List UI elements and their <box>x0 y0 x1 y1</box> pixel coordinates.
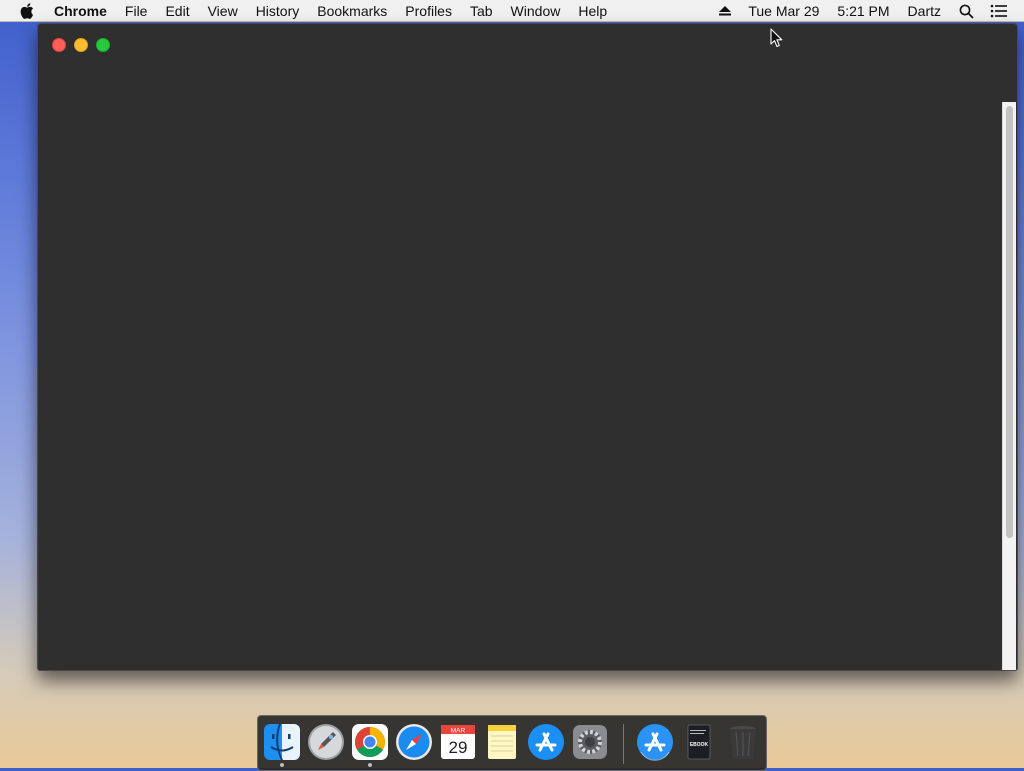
chrome-running-indicator <box>368 763 372 767</box>
menu-tab[interactable]: Tab <box>470 3 493 19</box>
menu-bar-status-area: Tue Mar 29 5:21 PM Dartz <box>718 0 1024 22</box>
dock-separator <box>623 724 624 764</box>
ebook-label: EBOOK <box>690 742 709 748</box>
menu-edit[interactable]: Edit <box>165 3 189 19</box>
window-controls <box>52 38 118 52</box>
menu-profiles[interactable]: Profiles <box>405 3 452 19</box>
launchpad-icon[interactable] <box>306 722 346 762</box>
menu-bookmarks[interactable]: Bookmarks <box>317 3 387 19</box>
notification-center-icon[interactable] <box>990 4 1008 18</box>
notes-icon[interactable] <box>482 722 522 762</box>
calendar-icon[interactable]: MAR 29 <box>438 722 478 762</box>
eject-icon[interactable] <box>718 5 732 17</box>
menu-history[interactable]: History <box>256 3 300 19</box>
maximize-window-button[interactable] <box>96 38 110 52</box>
finder-running-indicator <box>280 763 284 767</box>
menu-window[interactable]: Window <box>511 3 561 19</box>
menu-date[interactable]: Tue Mar 29 <box>748 3 819 19</box>
close-window-button[interactable] <box>52 38 66 52</box>
system-preferences-icon[interactable] <box>570 722 610 762</box>
menu-help[interactable]: Help <box>578 3 607 19</box>
menu-bar: Chrome File Edit View History Bookmarks … <box>0 0 1024 22</box>
app-store-icon[interactable] <box>526 722 566 762</box>
dock: MAR 29 EBOOK <box>257 715 767 771</box>
spotlight-search-icon[interactable] <box>959 4 974 19</box>
app-store-download-icon[interactable] <box>635 722 675 762</box>
menu-view[interactable]: View <box>208 3 238 19</box>
calendar-month: MAR <box>451 728 466 735</box>
mouse-cursor-icon <box>770 28 783 48</box>
minimize-window-button[interactable] <box>74 38 88 52</box>
trash-icon[interactable] <box>723 722 763 762</box>
menu-time[interactable]: 5:21 PM <box>837 3 889 19</box>
menu-user[interactable]: Dartz <box>908 3 941 19</box>
vertical-scrollbar[interactable] <box>1002 102 1016 670</box>
menu-app-name[interactable]: Chrome <box>54 3 107 19</box>
chrome-window[interactable] <box>37 23 1018 671</box>
scrollbar-thumb[interactable] <box>1006 106 1013 538</box>
apple-icon[interactable] <box>20 2 36 19</box>
safari-icon[interactable] <box>394 722 434 762</box>
ebook-icon[interactable]: EBOOK <box>679 722 719 762</box>
chrome-icon[interactable] <box>350 722 390 762</box>
menu-file[interactable]: File <box>125 3 148 19</box>
finder-icon[interactable] <box>262 722 302 762</box>
calendar-day: 29 <box>449 738 468 757</box>
